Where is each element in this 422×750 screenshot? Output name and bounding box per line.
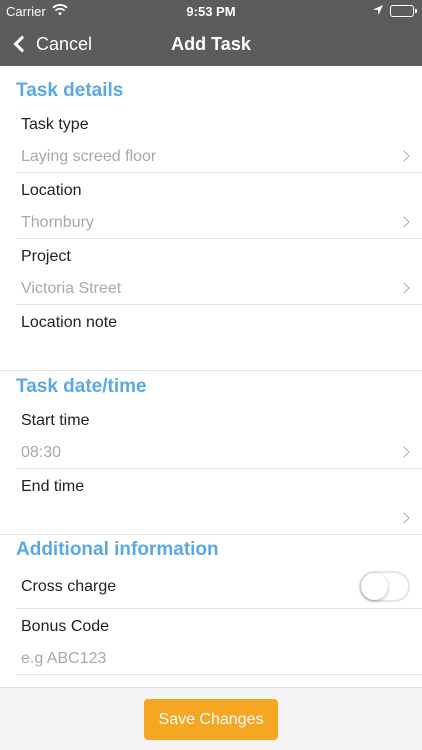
section-title-additional-info: Additional information xyxy=(16,539,219,560)
bonus-code-row[interactable]: Bonus Code e.g ABC123 xyxy=(0,608,422,674)
location-label: Location xyxy=(21,182,82,199)
task-type-row[interactable]: Task type Laying screed floor xyxy=(0,106,422,172)
battery-icon xyxy=(390,5,417,17)
bonus-code-input[interactable]: e.g ABC123 xyxy=(21,650,106,668)
start-time-value: 08:30 xyxy=(21,444,62,461)
status-bar: Carrier 9:53 PM xyxy=(0,0,422,22)
page-title: Add Task xyxy=(171,34,251,54)
location-note-row[interactable]: Location note xyxy=(0,304,422,370)
start-time-label: Start time xyxy=(21,412,90,429)
chevron-right-icon xyxy=(398,446,410,458)
chevron-right-icon xyxy=(398,150,410,162)
section-divider xyxy=(0,534,422,535)
section-title-task-details: Task details xyxy=(16,80,124,101)
section-title-task-datetime: Task date/time xyxy=(16,376,147,397)
bonus-code-label: Bonus Code xyxy=(21,618,110,635)
chevron-right-icon xyxy=(398,512,410,524)
toggle-knob xyxy=(361,573,388,600)
project-value: Victoria Street xyxy=(21,280,122,297)
location-note-label: Location note xyxy=(21,314,118,331)
project-row[interactable]: Project Victoria Street xyxy=(0,238,422,304)
section-divider xyxy=(0,370,422,371)
footer-bar: Save Changes xyxy=(0,687,422,750)
save-changes-button[interactable]: Save Changes xyxy=(144,699,278,740)
chevron-right-icon xyxy=(398,216,410,228)
location-row[interactable]: Location Thornbury xyxy=(0,172,422,238)
end-time-row[interactable]: End time xyxy=(0,468,422,534)
chevron-right-icon xyxy=(398,282,410,294)
start-time-row[interactable]: Start time 08:30 xyxy=(0,402,422,468)
cross-charge-label: Cross charge xyxy=(21,578,117,595)
status-time: 9:53 PM xyxy=(186,4,236,19)
location-value: Thornbury xyxy=(21,214,94,231)
nav-bar: Cancel Add Task xyxy=(0,22,422,66)
location-arrow-icon xyxy=(372,4,384,19)
form-content[interactable]: Task details Task type Laying screed flo… xyxy=(0,66,422,686)
task-type-label: Task type xyxy=(21,116,89,133)
divider xyxy=(16,674,422,675)
task-type-value: Laying screed floor xyxy=(21,148,157,165)
cross-charge-row: Cross charge xyxy=(0,566,422,608)
end-time-label: End time xyxy=(21,478,85,495)
project-label: Project xyxy=(21,248,71,265)
cross-charge-toggle[interactable] xyxy=(359,571,410,602)
